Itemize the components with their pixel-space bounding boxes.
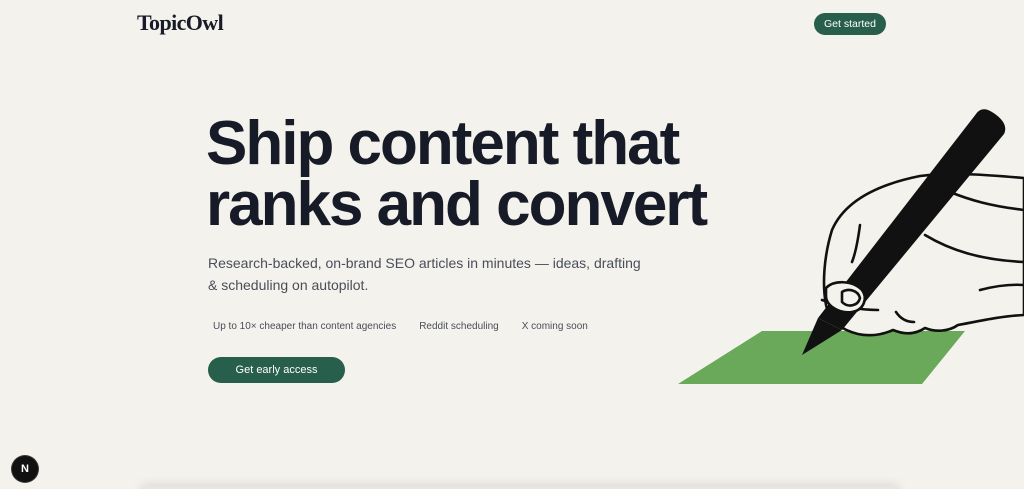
feature-item: Reddit scheduling xyxy=(419,321,499,332)
headline-line-2: ranks and convert xyxy=(206,170,708,239)
logo[interactable]: TopicOwl xyxy=(137,10,224,36)
feature-list: Up to 10× cheaper than content agencies … xyxy=(213,321,611,332)
get-early-access-button[interactable]: Get early access xyxy=(208,357,345,383)
landing-page: TopicOwl Get started Ship content that r… xyxy=(0,0,1024,489)
hand-writing-pen-icon xyxy=(678,109,1024,384)
feature-item: X coming soon xyxy=(521,321,588,332)
get-started-button[interactable]: Get started xyxy=(814,13,886,35)
headline-line-1: Ship content that xyxy=(206,109,680,178)
hero-subheading: Research-backed, on-brand SEO articles i… xyxy=(208,255,641,293)
feature-item: Up to 10× cheaper than content agencies xyxy=(213,321,397,332)
thumbnail xyxy=(840,288,862,307)
nextjs-icon[interactable]: N xyxy=(12,456,38,482)
